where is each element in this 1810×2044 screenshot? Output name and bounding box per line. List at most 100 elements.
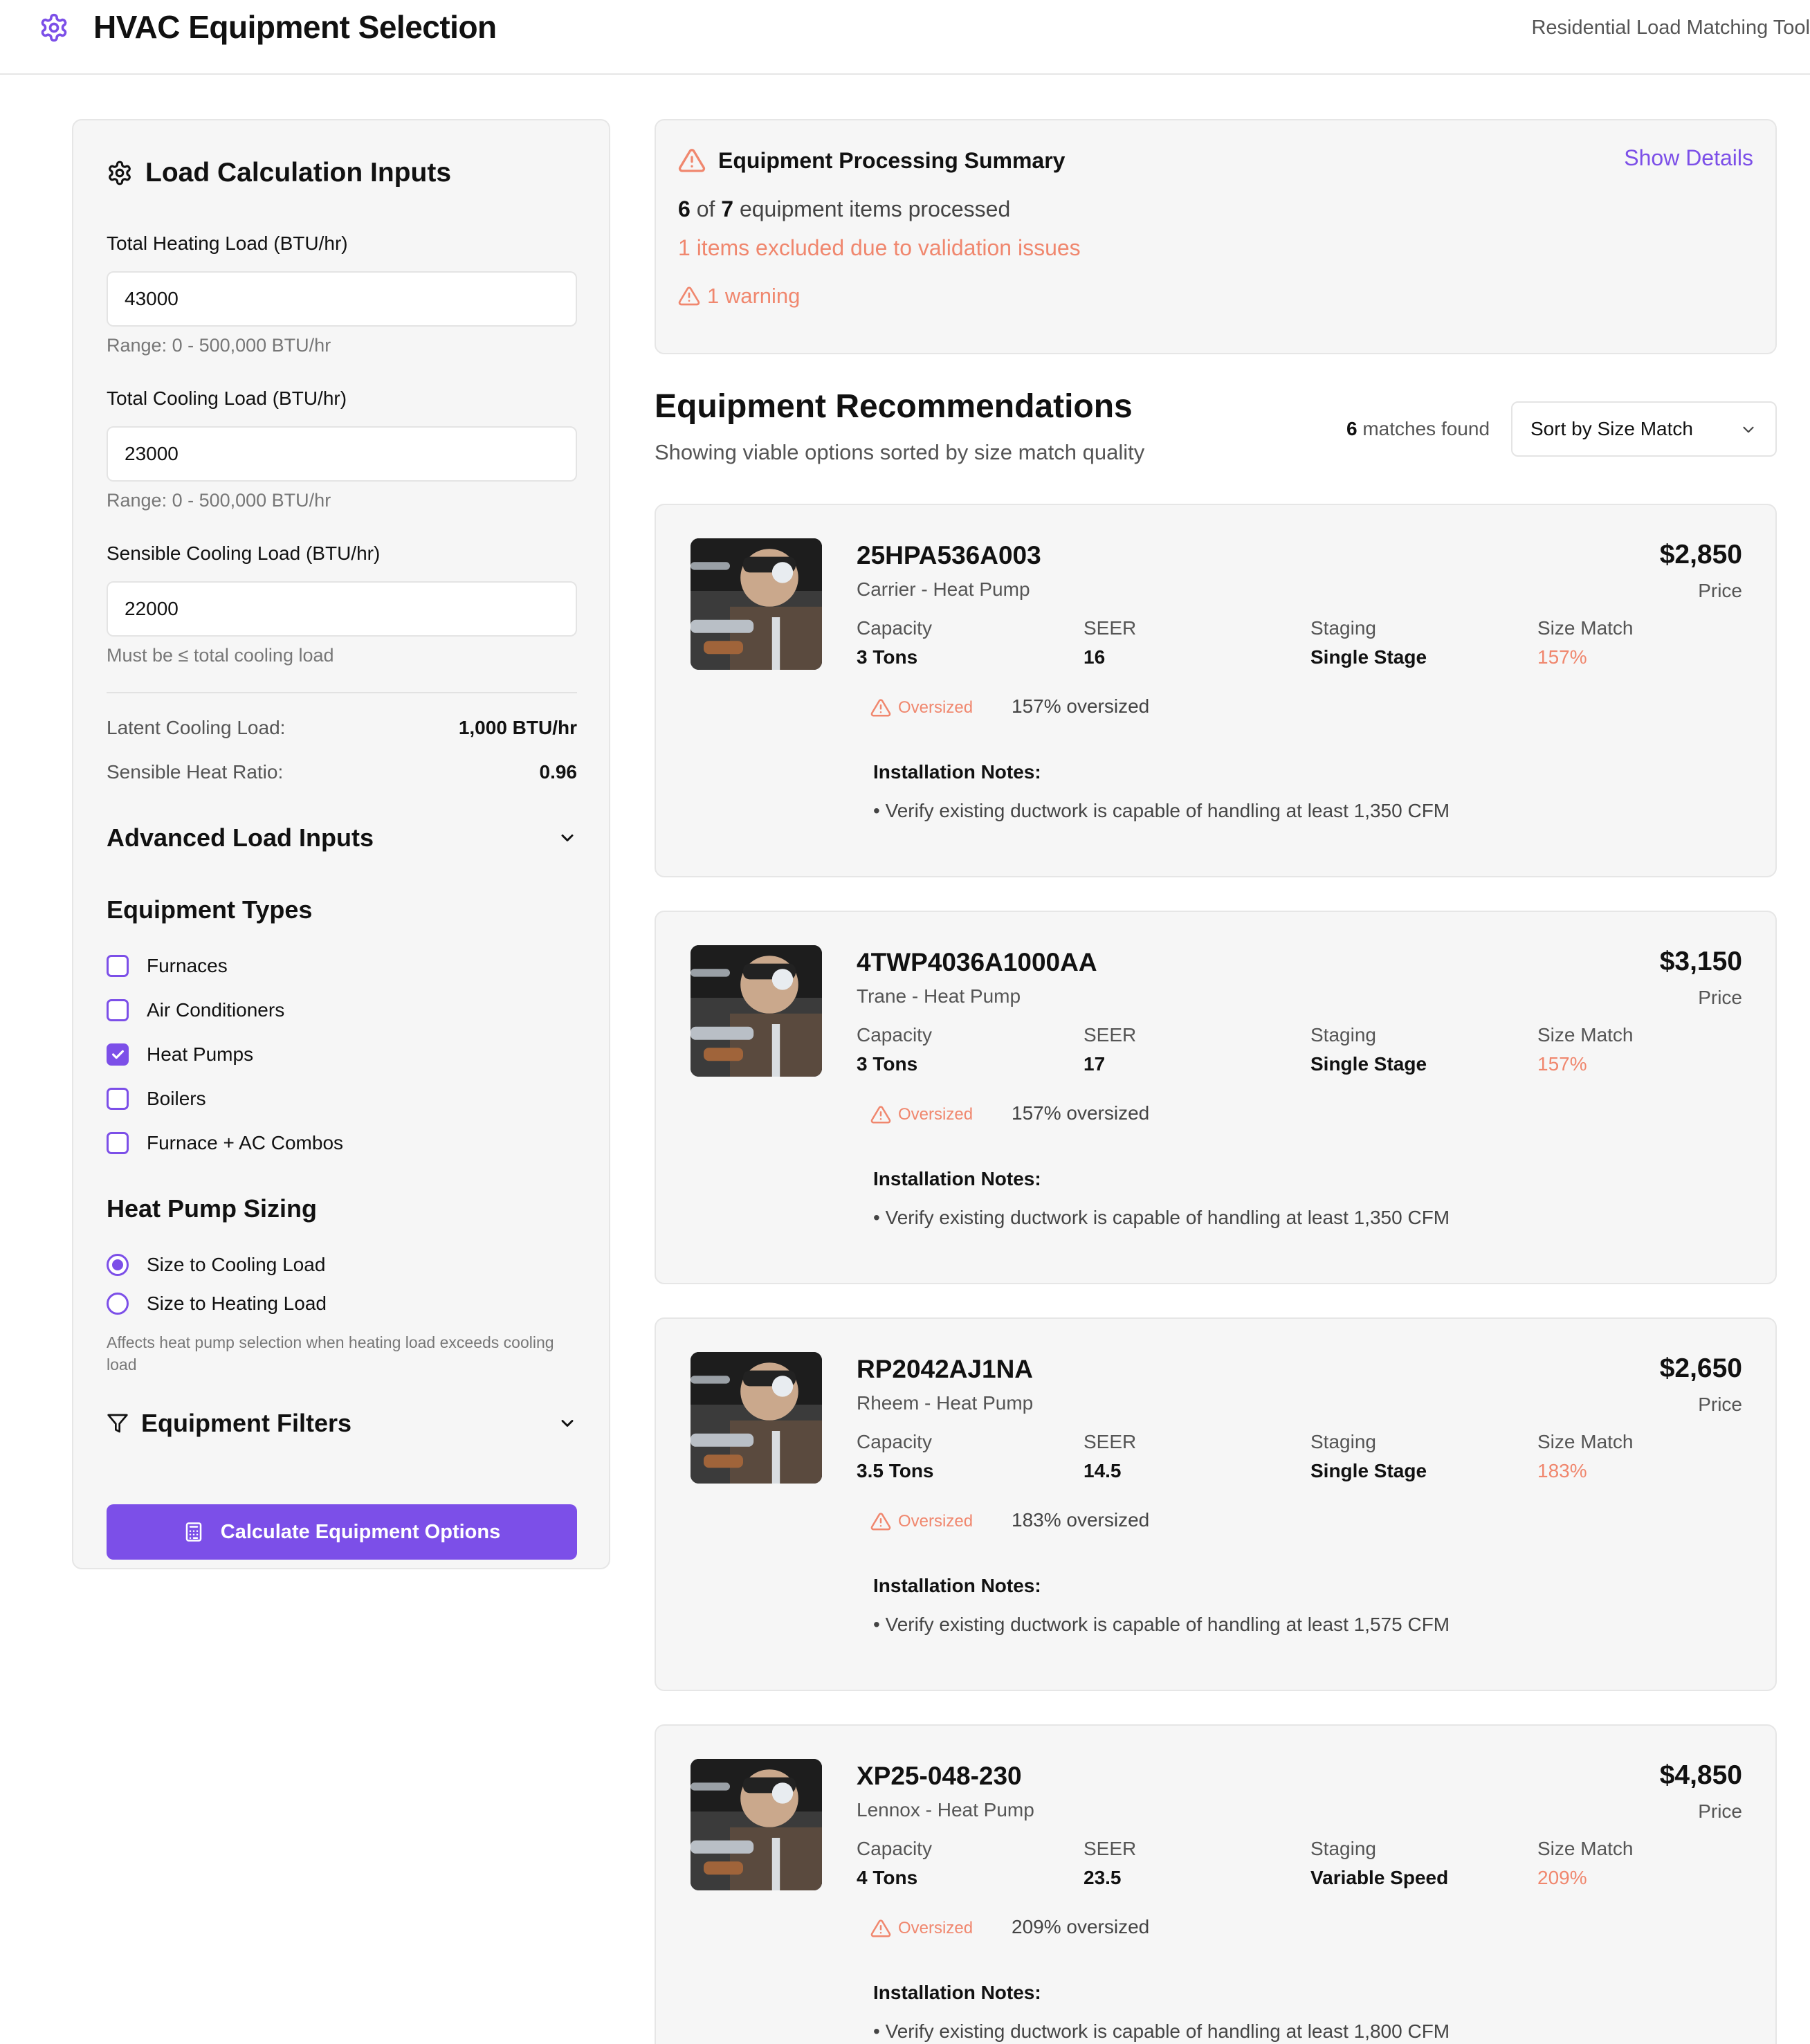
spec-seer: SEER 14.5 [1084, 1431, 1136, 1482]
installation-notes-title: Installation Notes: [873, 1168, 1041, 1189]
filter-icon [107, 1414, 128, 1433]
oversized-badge: Oversized [870, 697, 973, 718]
calculator-icon [185, 1522, 202, 1542]
checkbox-label: Boilers [147, 1088, 206, 1109]
spec-value: 17 [1084, 1053, 1106, 1075]
of-word: of [690, 197, 722, 221]
spec-value: 157% [1537, 1053, 1587, 1075]
spec-value: Single Stage [1310, 1460, 1427, 1481]
cooling-load-input[interactable]: 23000 [107, 426, 577, 482]
matches-found: 6 matches found [1346, 418, 1490, 440]
alert-triangle-icon [870, 1106, 891, 1124]
radio-label: Size to Cooling Load [147, 1254, 326, 1275]
equipment-photo-art [691, 538, 822, 670]
installation-note: • Verify existing ductwork is capable of… [873, 800, 1450, 821]
heating-load-input[interactable]: 43000 [107, 271, 577, 327]
spec-value: 3 Tons [857, 1053, 918, 1075]
radio-size-cooling[interactable]: Size to Cooling Load [107, 1254, 325, 1276]
spec-value: 209% [1537, 1867, 1587, 1888]
equipment-thumbnail [691, 1352, 822, 1484]
matches-suffix: matches found [1357, 418, 1490, 439]
checkbox-box-checked[interactable] [107, 1043, 129, 1066]
oversized-text: 157% oversized [1012, 1102, 1150, 1124]
installation-notes-title: Installation Notes: [873, 1982, 1041, 2003]
equipment-card[interactable]: 4TWP4036A1000AA Trane - Heat Pump $3,150 Pr… [655, 911, 1777, 1284]
oversized-badge: Oversized [870, 1104, 973, 1125]
spec-value: 3.5 Tons [857, 1460, 934, 1481]
equipment-card[interactable]: RP2042AJ1NA Rheem - Heat Pump $2,650 Price … [655, 1317, 1777, 1691]
spec-label: Staging [1310, 1838, 1376, 1859]
calculate-button[interactable]: Calculate Equipment Options [107, 1504, 577, 1560]
checkbox-air-conditioners[interactable]: Air Conditioners [107, 999, 284, 1021]
shr-value: 0.96 [539, 761, 578, 783]
radio-button-selected[interactable] [107, 1254, 129, 1276]
checkbox-box[interactable] [107, 1132, 129, 1154]
checkbox-box[interactable] [107, 955, 129, 977]
advanced-load-toggle[interactable]: Advanced Load Inputs [107, 823, 577, 852]
total-number: 7 [721, 197, 734, 221]
equipment-price: $2,850 [1659, 540, 1742, 569]
warning-text: 1 warning [707, 284, 801, 308]
price-label: Price [1698, 1394, 1742, 1415]
installation-notes-title: Installation Notes: [873, 1575, 1041, 1596]
spec-label: Staging [1310, 1431, 1376, 1452]
equipment-model: 4TWP4036A1000AA [857, 948, 1097, 976]
spec-capacity: Capacity 3.5 Tons [857, 1431, 934, 1482]
alert-triangle-icon [870, 1513, 891, 1531]
settings-icon [109, 161, 131, 185]
equipment-brand: Carrier - Heat Pump [857, 578, 1030, 600]
sensible-load-input[interactable]: 22000 [107, 581, 577, 637]
equipment-photo-art [691, 1352, 822, 1484]
chevron-down-icon [561, 834, 574, 841]
heat-pump-sizing-title: Heat Pump Sizing [107, 1194, 577, 1223]
spec-value: Single Stage [1310, 1053, 1427, 1075]
spec-value: 3 Tons [857, 646, 918, 668]
cooling-load-label: Total Cooling Load (BTU/hr) [107, 387, 347, 409]
installation-note: • Verify existing ductwork is capable of… [873, 1207, 1450, 1228]
cooling-load-help: Range: 0 - 500,000 BTU/hr [107, 490, 331, 511]
spec-size-match: Size Match 209% [1537, 1838, 1634, 1889]
processed-count: 6 of 7 equipment items processed [678, 197, 1010, 222]
installation-note: • Verify existing ductwork is capable of… [873, 2020, 1450, 2042]
checkbox-boilers[interactable]: Boilers [107, 1088, 206, 1110]
checkbox-furnaces[interactable]: Furnaces [107, 955, 228, 977]
radio-label: Size to Heating Load [147, 1293, 327, 1314]
latent-load-value: 1,000 BTU/hr [458, 717, 577, 738]
divider [107, 692, 577, 693]
warning-count[interactable]: 1 warning [678, 284, 800, 309]
equipment-filters-toggle[interactable]: Equipment Filters [107, 1409, 577, 1438]
equipment-brand: Trane - Heat Pump [857, 985, 1021, 1007]
checkbox-heat-pumps[interactable]: Heat Pumps [107, 1043, 253, 1066]
check-icon [111, 1050, 124, 1059]
gear-icon [41, 13, 67, 42]
sort-select[interactable]: Sort by Size Match [1511, 401, 1777, 457]
spec-label: Size Match [1537, 617, 1634, 639]
excluded-items-text: 1 items excluded due to validation issue… [678, 235, 1081, 260]
spec-size-match: Size Match 157% [1537, 1024, 1634, 1075]
checkbox-box[interactable] [107, 999, 129, 1021]
alert-triangle-icon [678, 149, 706, 172]
panel-title: Load Calculation Inputs [107, 158, 451, 188]
equipment-model: XP25-048-230 [857, 1762, 1022, 1790]
checkbox-furnace-ac-combos[interactable]: Furnace + AC Combos [107, 1132, 343, 1154]
spec-label: Capacity [857, 1024, 932, 1046]
panel-title-text: Load Calculation Inputs [145, 158, 452, 188]
spec-value: 157% [1537, 646, 1587, 668]
app-title: HVAC Equipment Selection [93, 9, 497, 45]
radio-button[interactable] [107, 1293, 129, 1315]
processed-number: 6 [678, 197, 691, 221]
latent-load-label: Latent Cooling Load: [107, 717, 286, 738]
oversized-badge: Oversized [870, 1918, 973, 1939]
spec-value: Variable Speed [1310, 1867, 1449, 1888]
spec-staging: Staging Variable Speed [1310, 1838, 1448, 1889]
spec-capacity: Capacity 3 Tons [857, 1024, 932, 1075]
equipment-card[interactable]: 25HPA536A003 Carrier - Heat Pump $2,850 Pri… [655, 504, 1777, 877]
radio-size-heating[interactable]: Size to Heating Load [107, 1293, 327, 1315]
spec-value: 183% [1537, 1460, 1587, 1481]
show-details-link[interactable]: Show Details [1624, 145, 1753, 171]
checkbox-box[interactable] [107, 1088, 129, 1110]
spec-label: SEER [1084, 1431, 1137, 1452]
equipment-card[interactable]: XP25-048-230 Lennox - Heat Pump $4,850 Pric… [655, 1724, 1777, 2044]
sort-select-value: Sort by Size Match [1530, 418, 1693, 439]
sensible-load-help: Must be ≤ total cooling load [107, 645, 334, 666]
